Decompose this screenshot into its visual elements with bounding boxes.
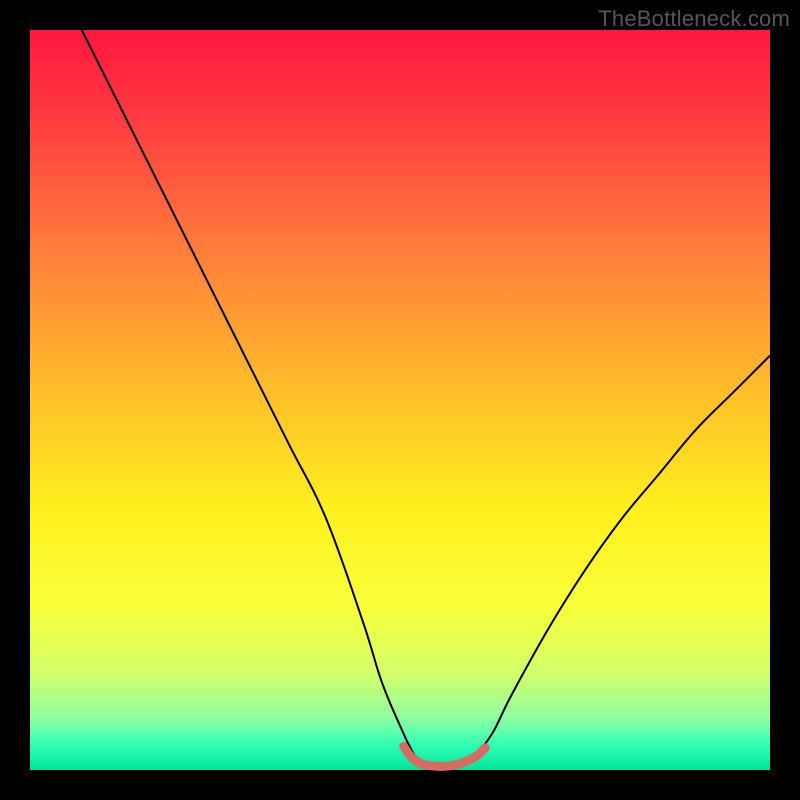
- chart-stage: TheBottleneck.com: [0, 0, 800, 800]
- highlight-end-cap: [481, 743, 490, 752]
- highlight-start-cap: [399, 742, 408, 751]
- plot-background: [30, 30, 770, 770]
- bottleneck-chart: [0, 0, 800, 800]
- watermark-text: TheBottleneck.com: [598, 6, 790, 32]
